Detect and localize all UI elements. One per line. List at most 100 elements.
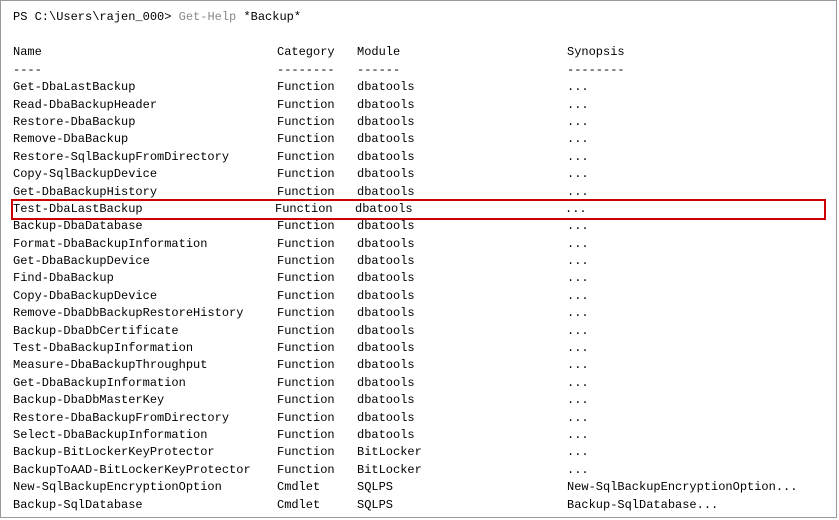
table-row: Backup-DbaDbCertificateFunctiondbatools.…: [13, 323, 824, 340]
cell-name: Get-DbaBackupInformation: [13, 375, 277, 392]
cell-category: Function: [277, 97, 357, 114]
table-row: New-SqlBackupEncryptionOptionCmdletSQLPS…: [13, 479, 824, 496]
dash-category: --------: [277, 62, 357, 79]
cell-module: dbatools: [357, 288, 567, 305]
cell-category: Function: [277, 166, 357, 183]
header-category: Category: [277, 44, 357, 61]
table-dashes: ---- -------- ------ --------: [13, 62, 824, 79]
cell-name: Copy-DbaBackupDevice: [13, 288, 277, 305]
cell-module: dbatools: [357, 236, 567, 253]
cell-name: Backup-DbaDbCertificate: [13, 323, 277, 340]
cell-category: Function: [277, 218, 357, 235]
cell-module: dbatools: [357, 149, 567, 166]
table-row: Backup-SqlDatabaseCmdletSQLPSBackup-SqlD…: [13, 497, 824, 514]
prompt-line: PS C:\Users\rajen_000> Get-Help *Backup*: [13, 9, 824, 26]
cell-synopsis: ...: [567, 114, 824, 131]
dash-module: ------: [357, 62, 567, 79]
cell-synopsis: ...: [567, 410, 824, 427]
cell-synopsis: ...: [567, 375, 824, 392]
table-row: Restore-SqlBackupFromDirectoryFunctiondb…: [13, 149, 824, 166]
table-row: Restore-DbaBackupFunctiondbatools...: [13, 114, 824, 131]
table-row: Get-DbaBackupDeviceFunctiondbatools...: [13, 253, 824, 270]
table-row: Select-DbaBackupInformationFunctiondbato…: [13, 427, 824, 444]
cell-synopsis: ...: [567, 288, 824, 305]
table-row: Restore-DbaBackupFromDirectoryFunctiondb…: [13, 410, 824, 427]
table-row: Backup-DbaDbMasterKeyFunctiondbatools...: [13, 392, 824, 409]
table-row: Remove-DbaDbBackupRestoreHistoryFunction…: [13, 305, 824, 322]
cell-synopsis: Backup-SqlDatabase...: [567, 497, 824, 514]
cell-synopsis: ...: [567, 357, 824, 374]
cell-name: Backup-DbaDatabase: [13, 218, 277, 235]
cell-module: dbatools: [357, 253, 567, 270]
cell-synopsis: ...: [567, 253, 824, 270]
table-body: Get-DbaLastBackupFunctiondbatools...Read…: [13, 79, 824, 514]
table-row: Copy-DbaBackupDeviceFunctiondbatools...: [13, 288, 824, 305]
cell-module: dbatools: [357, 410, 567, 427]
cell-module: dbatools: [357, 270, 567, 287]
cell-category: Function: [277, 184, 357, 201]
table-row: Test-DbaBackupInformationFunctiondbatool…: [13, 340, 824, 357]
cell-module: SQLPS: [357, 479, 567, 496]
prompt-argument: *Backup*: [236, 10, 301, 24]
cell-name: Select-DbaBackupInformation: [13, 427, 277, 444]
cell-category: Function: [277, 410, 357, 427]
cell-synopsis: ...: [567, 392, 824, 409]
cell-name: Remove-DbaBackup: [13, 131, 277, 148]
cell-synopsis: ...: [567, 340, 824, 357]
cell-name: Measure-DbaBackupThroughput: [13, 357, 277, 374]
cell-category: Function: [277, 444, 357, 461]
cell-synopsis: ...: [567, 305, 824, 322]
cell-synopsis: ...: [567, 270, 824, 287]
cell-category: Function: [277, 357, 357, 374]
table-row: Copy-SqlBackupDeviceFunctiondbatools...: [13, 166, 824, 183]
table-row: Measure-DbaBackupThroughputFunctiondbato…: [13, 357, 824, 374]
table-row: Get-DbaBackupHistoryFunctiondbatools...: [13, 184, 824, 201]
cell-category: Function: [277, 375, 357, 392]
table-row: Backup-BitLockerKeyProtectorFunctionBitL…: [13, 444, 824, 461]
cell-name: Find-DbaBackup: [13, 270, 277, 287]
cell-name: Get-DbaBackupDevice: [13, 253, 277, 270]
cell-category: Function: [277, 114, 357, 131]
cell-category: Function: [275, 201, 355, 218]
cell-name: Get-DbaBackupHistory: [13, 184, 277, 201]
cell-synopsis: ...: [567, 131, 824, 148]
cell-synopsis: New-SqlBackupEncryptionOption...: [567, 479, 824, 496]
cell-module: dbatools: [357, 218, 567, 235]
cell-synopsis: ...: [567, 323, 824, 340]
cell-name: Backup-DbaDbMasterKey: [13, 392, 277, 409]
cell-synopsis: ...: [567, 166, 824, 183]
cell-name: Backup-BitLockerKeyProtector: [13, 444, 277, 461]
cell-category: Function: [277, 236, 357, 253]
dash-name: ----: [13, 62, 277, 79]
cell-synopsis: ...: [567, 184, 824, 201]
table-row: Find-DbaBackupFunctiondbatools...: [13, 270, 824, 287]
cell-synopsis: ...: [567, 236, 824, 253]
cell-name: Test-DbaLastBackup: [13, 201, 275, 218]
cell-category: Function: [277, 288, 357, 305]
cell-category: Cmdlet: [277, 479, 357, 496]
cell-name: Copy-SqlBackupDevice: [13, 166, 277, 183]
cell-module: dbatools: [357, 340, 567, 357]
cell-synopsis: ...: [567, 149, 824, 166]
cell-category: Function: [277, 305, 357, 322]
cell-category: Function: [277, 270, 357, 287]
cell-category: Function: [277, 427, 357, 444]
prompt-prefix: PS C:\Users\rajen_000>: [13, 10, 179, 24]
cell-category: Function: [277, 131, 357, 148]
cell-module: dbatools: [357, 357, 567, 374]
cell-name: Get-DbaLastBackup: [13, 79, 277, 96]
cell-module: SQLPS: [357, 497, 567, 514]
cell-module: dbatools: [357, 79, 567, 96]
cell-category: Function: [277, 340, 357, 357]
table-row: Read-DbaBackupHeaderFunctiondbatools...: [13, 97, 824, 114]
cell-module: dbatools: [357, 392, 567, 409]
cell-module: dbatools: [357, 323, 567, 340]
cell-synopsis: ...: [567, 79, 824, 96]
cell-name: Remove-DbaDbBackupRestoreHistory: [13, 305, 277, 322]
cell-synopsis: ...: [567, 218, 824, 235]
cell-module: dbatools: [357, 375, 567, 392]
table-row: Remove-DbaBackupFunctiondbatools...: [13, 131, 824, 148]
cell-name: Test-DbaBackupInformation: [13, 340, 277, 357]
cell-module: dbatools: [357, 114, 567, 131]
cell-category: Cmdlet: [277, 497, 357, 514]
